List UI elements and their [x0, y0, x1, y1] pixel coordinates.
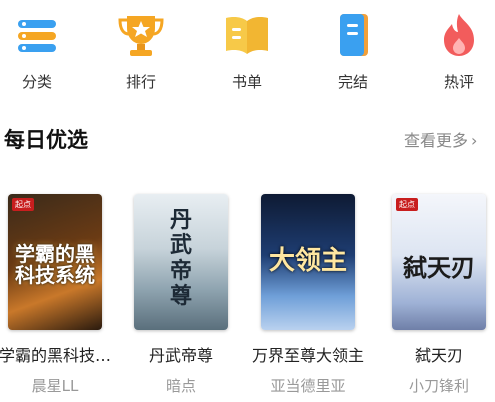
- cover-badge: 起点: [12, 198, 34, 211]
- hot-comment-icon: [432, 8, 486, 62]
- book-list-icon: [220, 8, 274, 62]
- section-title: 每日优选: [4, 128, 88, 152]
- nav-label-booklist: 书单: [231, 73, 262, 91]
- book-card[interactable]: 起点 弑天刃 弑天刃 小刀锋利: [374, 194, 495, 396]
- nav-item-booklist[interactable]: 书单: [212, 8, 282, 92]
- nav-item-completed[interactable]: 完结: [318, 8, 388, 92]
- nav-item-category[interactable]: 分类: [2, 8, 72, 92]
- nav-item-hot-comments[interactable]: 热评: [424, 8, 494, 92]
- cover-text: 丹武帝尊: [169, 208, 192, 309]
- book-author: 晨星LL: [31, 377, 79, 395]
- chevron-right-icon: ›: [471, 131, 478, 150]
- nav-label-ranking: 排行: [125, 73, 156, 91]
- nav-label-completed: 完结: [337, 73, 368, 91]
- book-title: 丹武帝尊: [148, 346, 213, 365]
- view-more-link[interactable]: 查看更多 ›: [404, 127, 477, 151]
- completed-book-icon: [326, 8, 380, 62]
- cover-badge: 起点: [396, 198, 418, 211]
- book-author: 亚当德里亚: [270, 377, 346, 395]
- trophy-icon: [114, 8, 168, 62]
- book-title: 弑天刃: [414, 346, 463, 365]
- cover-text: 大领主: [268, 246, 347, 276]
- book-author: 暗点: [165, 377, 196, 395]
- nav-label-category: 分类: [21, 73, 52, 91]
- book-author: 小刀锋利: [408, 377, 469, 395]
- category-icon: [10, 8, 64, 62]
- book-cover: 丹武帝尊: [134, 194, 228, 330]
- view-more-label: 查看更多: [404, 131, 469, 150]
- book-title: 万界至尊大领主: [251, 346, 364, 365]
- cover-text: 学霸的黑科技系统: [15, 242, 95, 287]
- book-card[interactable]: 丹武帝尊 丹武帝尊 暗点: [116, 194, 246, 396]
- cover-text: 弑天刃: [403, 254, 475, 282]
- book-cover: 起点 学霸的黑科技系统: [8, 194, 102, 330]
- book-title: 学霸的黑科技…: [0, 346, 111, 365]
- nav-label-hot-comments: 热评: [443, 73, 474, 91]
- book-card[interactable]: 起点 学霸的黑科技系统 学霸的黑科技… 晨星LL: [0, 194, 120, 396]
- book-card[interactable]: 大领主 万界至尊大领主 亚当德里亚: [243, 194, 373, 396]
- book-cover: 大领主: [261, 194, 355, 330]
- nav-item-ranking[interactable]: 排行: [106, 8, 176, 92]
- book-cover: 起点 弑天刃: [392, 194, 486, 330]
